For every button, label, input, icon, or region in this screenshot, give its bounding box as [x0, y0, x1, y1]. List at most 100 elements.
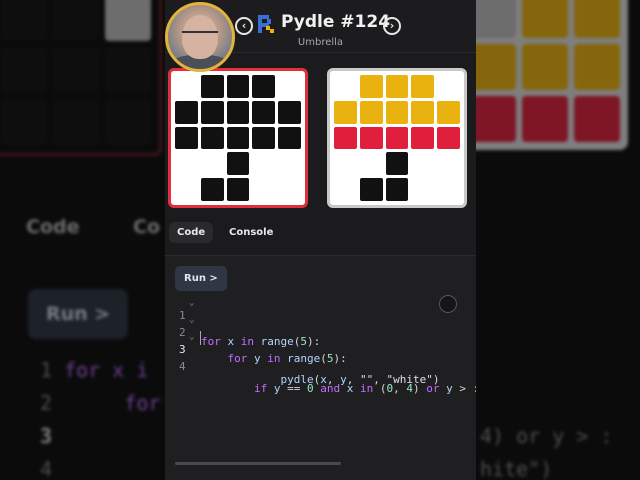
grid-cell	[226, 75, 250, 98]
grid-cell	[334, 126, 357, 150]
grid-cell	[278, 100, 301, 124]
grid-cell	[359, 152, 383, 176]
grid-cell	[411, 178, 435, 201]
code-area[interactable]: 1 ⌄ for x in range(5): 2 ⌄ for y in rang…	[165, 296, 476, 395]
background-grid-left	[0, 0, 162, 156]
grid-cell	[359, 178, 383, 201]
background-grid-cell	[53, 47, 99, 93]
tab-console[interactable]: Console	[221, 222, 281, 243]
grid-cell	[226, 100, 250, 124]
previous-puzzle-button[interactable]: ‹	[235, 17, 253, 35]
background-grid-cell	[522, 44, 568, 90]
background-code-line-2: 2 for	[40, 391, 161, 415]
background-grid-cell	[522, 0, 568, 38]
streamer-avatar	[165, 2, 235, 72]
grid-cell	[252, 100, 276, 124]
pydle-panel: ‹ Pydle #124 › Umbrella Code Console Run…	[165, 0, 476, 480]
grid-cell	[359, 126, 383, 150]
code-line[interactable]: 1 ⌄ for x in range(5):	[165, 296, 320, 348]
puzzle-title: Pydle #124	[281, 12, 391, 32]
run-button[interactable]: Run >	[175, 266, 227, 291]
background-left: Code Co Run > 1 for x i 2 for 3 4	[0, 0, 165, 480]
grid-cell	[200, 100, 224, 124]
grid-cell	[252, 126, 276, 150]
grid-cell	[411, 152, 435, 176]
grid-cell	[334, 152, 357, 176]
background-grid-cell	[53, 0, 99, 41]
pydle-logo-icon	[258, 15, 274, 33]
grid-cell	[385, 100, 409, 124]
grid-cell	[437, 100, 460, 124]
grid-cell	[226, 178, 250, 201]
grid-cell	[385, 75, 409, 98]
record-indicator-button[interactable]	[439, 295, 457, 313]
grid-cell	[200, 152, 224, 176]
background-right: 4) or y > : hite")	[462, 0, 640, 480]
grid-cell	[437, 126, 460, 150]
grid-cell	[385, 178, 409, 201]
grid-cell	[437, 75, 460, 98]
background-code-line-3: 3	[40, 424, 53, 448]
background-tab-console: Co	[133, 216, 160, 238]
grid-cell	[226, 126, 250, 150]
grid-cell	[334, 75, 357, 98]
grid-cell	[411, 100, 435, 124]
target-grid	[168, 68, 308, 208]
grid-cell	[278, 126, 301, 150]
background-grid-cell	[470, 0, 516, 38]
grid-cell	[226, 152, 250, 176]
grid-cell	[278, 75, 301, 98]
fold-chevron-icon[interactable]: ⌄	[189, 315, 194, 325]
code-editor[interactable]: Run > 1 ⌄ for x in range(5): 2 ⌄ for y i…	[165, 255, 476, 480]
grid-cell	[359, 75, 383, 98]
background-code-line-4-right: hite")	[480, 457, 553, 480]
grid-cell	[334, 100, 357, 124]
grid-cell	[200, 126, 224, 150]
grid-cell	[334, 178, 357, 201]
grid-cell	[359, 100, 383, 124]
next-puzzle-button[interactable]: ›	[383, 17, 401, 35]
background-grid-cell	[105, 47, 151, 93]
background-tab-code: Code	[26, 216, 80, 238]
grid-cell	[200, 178, 224, 201]
text-caret	[200, 331, 201, 345]
background-grid-right	[462, 0, 628, 150]
grid-cell	[437, 178, 460, 201]
background-grid-cell	[1, 0, 47, 41]
background-grid-cell	[574, 96, 620, 142]
code-line-active[interactable]: 3 ⌄ if y == 0 and x in (0, 4) or y > :	[165, 330, 476, 395]
fold-chevron-icon[interactable]: ⌄	[189, 298, 194, 308]
grid-cell	[385, 152, 409, 176]
tab-code[interactable]: Code	[169, 222, 214, 243]
background-grid-cell	[522, 96, 568, 142]
code-text: pydle(x, y, "", "white")	[280, 373, 440, 386]
horizontal-scrollbar[interactable]	[175, 462, 341, 465]
grid-cell	[252, 75, 276, 98]
background-code-line-1: 1 for x i	[40, 358, 149, 382]
grid-cell	[437, 152, 460, 176]
background-grid-cell	[574, 0, 620, 38]
fold-chevron-icon[interactable]: ⌄	[189, 332, 194, 342]
grid-cell	[411, 126, 435, 150]
grid-cell	[252, 178, 276, 201]
background-code-line-3-right: 4) or y > :	[480, 424, 613, 448]
grid-cell	[175, 75, 198, 98]
background-grid-cell	[574, 44, 620, 90]
background-grid-cell	[105, 0, 151, 41]
background-grid-cell	[53, 99, 99, 145]
grid-cell	[278, 178, 301, 201]
grid-cell	[175, 152, 198, 176]
background-code-line-4: 4	[40, 457, 53, 480]
background-grid-cell	[1, 99, 47, 145]
code-line[interactable]: 4 pydle(x, y, "", "white")	[165, 347, 439, 386]
code-line[interactable]: 2 ⌄ for y in range(5):	[165, 313, 347, 365]
background-grid-cell	[105, 99, 151, 145]
grid-cell	[278, 152, 301, 176]
grid-cell	[200, 75, 224, 98]
background-run-button: Run >	[28, 289, 129, 339]
code-text: for y in range(5):	[227, 352, 347, 365]
grid-cell	[252, 152, 276, 176]
background-grid-cell	[470, 96, 516, 142]
grid-cell	[175, 126, 198, 150]
grid-cell	[411, 75, 435, 98]
